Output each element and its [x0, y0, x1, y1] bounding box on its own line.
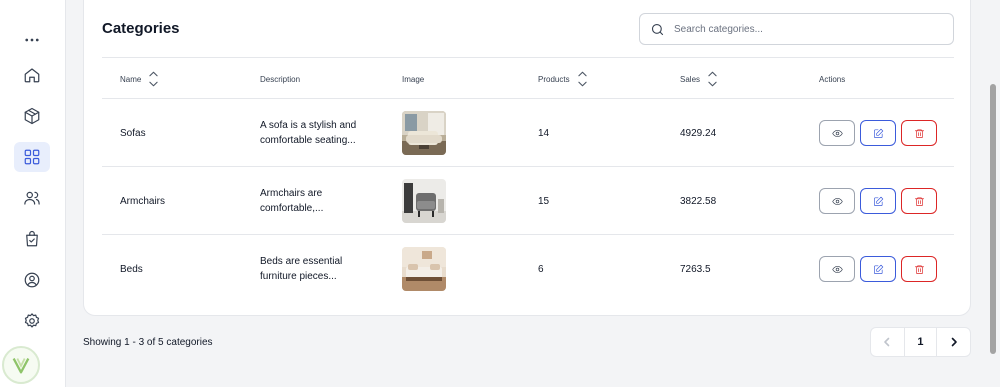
armchair-photo [402, 179, 446, 223]
category-name: Sofas [120, 127, 146, 139]
pagination-summary: Showing 1 - 3 of 5 categories [83, 337, 213, 348]
chevron-left-icon [884, 337, 890, 347]
categories-card: Categories Name Description Image Produc… [83, 0, 971, 316]
grid-icon [24, 149, 40, 165]
category-name: Beds [120, 263, 143, 275]
trash-icon [914, 196, 924, 206]
eye-icon [831, 197, 843, 205]
edit-button[interactable] [860, 256, 896, 282]
users-icon [24, 191, 40, 205]
sidebar-item-categories[interactable] [14, 142, 50, 172]
edit-button[interactable] [860, 120, 896, 146]
bed-photo [402, 247, 446, 291]
category-products: 14 [538, 127, 550, 139]
sort-down-icon [149, 81, 158, 87]
more-icon [25, 38, 39, 42]
page-scrollbar[interactable] [990, 84, 996, 354]
sort-up-icon [577, 71, 587, 77]
delete-button[interactable] [901, 188, 937, 214]
pagination: 1 [870, 327, 971, 357]
category-sales: 7263.5 [680, 263, 711, 275]
table-header: Name Description Image Products Sales Ac… [102, 57, 954, 99]
category-description: A sofa is a stylish and comfortable seat… [260, 120, 357, 146]
bag-check-icon [26, 230, 38, 247]
column-actions-header: Actions [819, 58, 845, 100]
sort-toggle-products[interactable] [577, 71, 587, 87]
category-thumbnail [402, 111, 446, 155]
delete-button[interactable] [901, 256, 937, 282]
category-sales: 3822.58 [680, 195, 717, 207]
chevron-right-icon [951, 337, 957, 347]
category-thumbnail [402, 179, 446, 223]
categories-table: Name Description Image Products Sales Ac… [102, 57, 954, 303]
view-button[interactable] [819, 120, 855, 146]
sort-toggle-name[interactable] [149, 71, 158, 87]
sidebar [0, 0, 66, 387]
category-description: Armchairs are comfortable,... [260, 188, 324, 214]
column-image-label: Image [402, 74, 425, 84]
page-title: Categories [102, 20, 180, 37]
sort-up-icon [149, 71, 158, 77]
edit-button[interactable] [860, 188, 896, 214]
column-actions-label: Actions [819, 74, 846, 84]
view-button[interactable] [819, 256, 855, 282]
more-button[interactable] [14, 25, 50, 55]
sort-toggle-sales[interactable] [708, 71, 717, 87]
sidebar-item-customers[interactable] [14, 183, 50, 213]
search-box[interactable] [639, 13, 954, 45]
edit-icon [873, 196, 883, 206]
edit-icon [873, 264, 883, 274]
column-sales-header[interactable]: Sales [680, 58, 717, 100]
search-input[interactable] [674, 23, 934, 35]
category-products: 6 [538, 263, 544, 275]
column-description-header: Description [260, 58, 300, 100]
sidebar-item-orders[interactable] [14, 224, 50, 254]
view-button[interactable] [819, 188, 855, 214]
category-description: Beds are essential furniture pieces... [260, 256, 343, 282]
settings-icon [24, 313, 40, 328]
column-name-label: Name [120, 74, 142, 84]
edit-icon [873, 128, 883, 138]
table-row: Sofas A sofa is a stylish and comfortabl… [102, 99, 954, 167]
sidebar-item-settings[interactable] [14, 306, 50, 336]
column-description-label: Description [260, 74, 301, 84]
sofa-photo [402, 111, 446, 155]
box-icon [24, 107, 40, 125]
sort-down-icon [577, 81, 587, 87]
delete-button[interactable] [901, 120, 937, 146]
previous-page-button[interactable] [871, 328, 905, 356]
eye-icon [831, 265, 843, 273]
category-sales: 4929.24 [680, 127, 717, 139]
column-name-header[interactable]: Name [120, 58, 158, 100]
category-name: Armchairs [120, 195, 166, 207]
trash-icon [914, 264, 924, 274]
sidebar-item-products[interactable] [14, 101, 50, 131]
eye-icon [831, 129, 843, 137]
brand-logo-icon [12, 358, 30, 374]
sidebar-item-account[interactable] [14, 265, 50, 295]
sort-down-icon [708, 81, 717, 87]
sidebar-item-home[interactable] [14, 60, 50, 90]
table-row: Beds Beds are essential furniture pieces… [102, 235, 954, 303]
brand-logo [2, 346, 40, 384]
column-sales-label: Sales [680, 74, 701, 84]
column-products-label: Products [538, 74, 570, 84]
next-page-button[interactable] [936, 328, 970, 356]
trash-icon [914, 128, 924, 138]
sort-up-icon [708, 71, 717, 77]
user-circle-icon [24, 272, 40, 288]
page-number-button[interactable]: 1 [905, 328, 937, 356]
table-row: Armchairs Armchairs are comfortable,... [102, 167, 954, 235]
column-image-header: Image [402, 58, 424, 100]
category-products: 15 [538, 195, 550, 207]
home-icon [24, 68, 40, 83]
category-thumbnail [402, 247, 446, 291]
column-products-header[interactable]: Products [538, 58, 587, 100]
search-icon [651, 23, 664, 35]
